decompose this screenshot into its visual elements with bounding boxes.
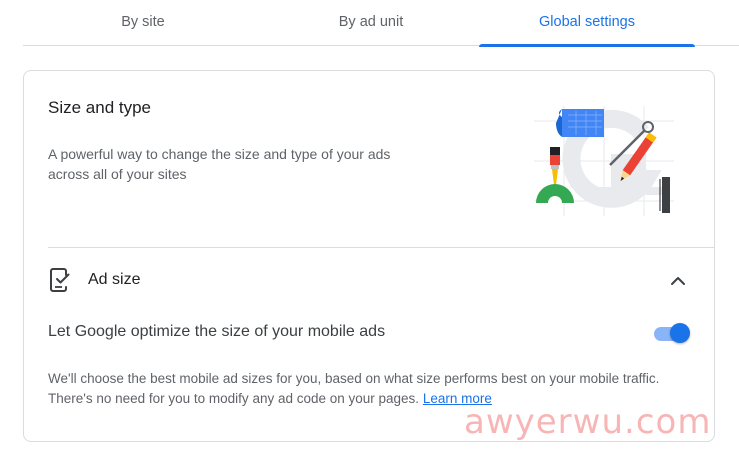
tab-by-ad-unit[interactable]: By ad unit <box>263 0 479 46</box>
chevron-up-icon[interactable] <box>666 269 690 293</box>
watermark: awyerwu.com <box>464 402 712 442</box>
settings-tabs: By site By ad unit Global settings <box>23 0 739 47</box>
card-title: Size and type <box>48 98 152 117</box>
ad-size-title: Ad size <box>88 271 141 288</box>
optimize-mobile-ads-label: Let Google optimize the size of your mob… <box>48 323 386 340</box>
optimize-mobile-ads-toggle[interactable] <box>654 323 690 343</box>
card-description: A powerful way to change the size and ty… <box>48 146 391 182</box>
section-divider <box>48 247 714 248</box>
tab-global-settings[interactable]: Global settings <box>479 0 695 47</box>
tab-by-site[interactable]: By site <box>23 0 263 46</box>
description-text: We'll choose the best mobile ad sizes fo… <box>48 371 660 406</box>
ad-size-header[interactable]: Ad size <box>48 263 690 299</box>
size-and-type-card: Size and type A powerful way to change t… <box>23 70 715 442</box>
toggle-thumb <box>670 323 690 343</box>
mobile-device-check-icon <box>50 268 70 292</box>
design-tools-illustration <box>534 106 674 216</box>
